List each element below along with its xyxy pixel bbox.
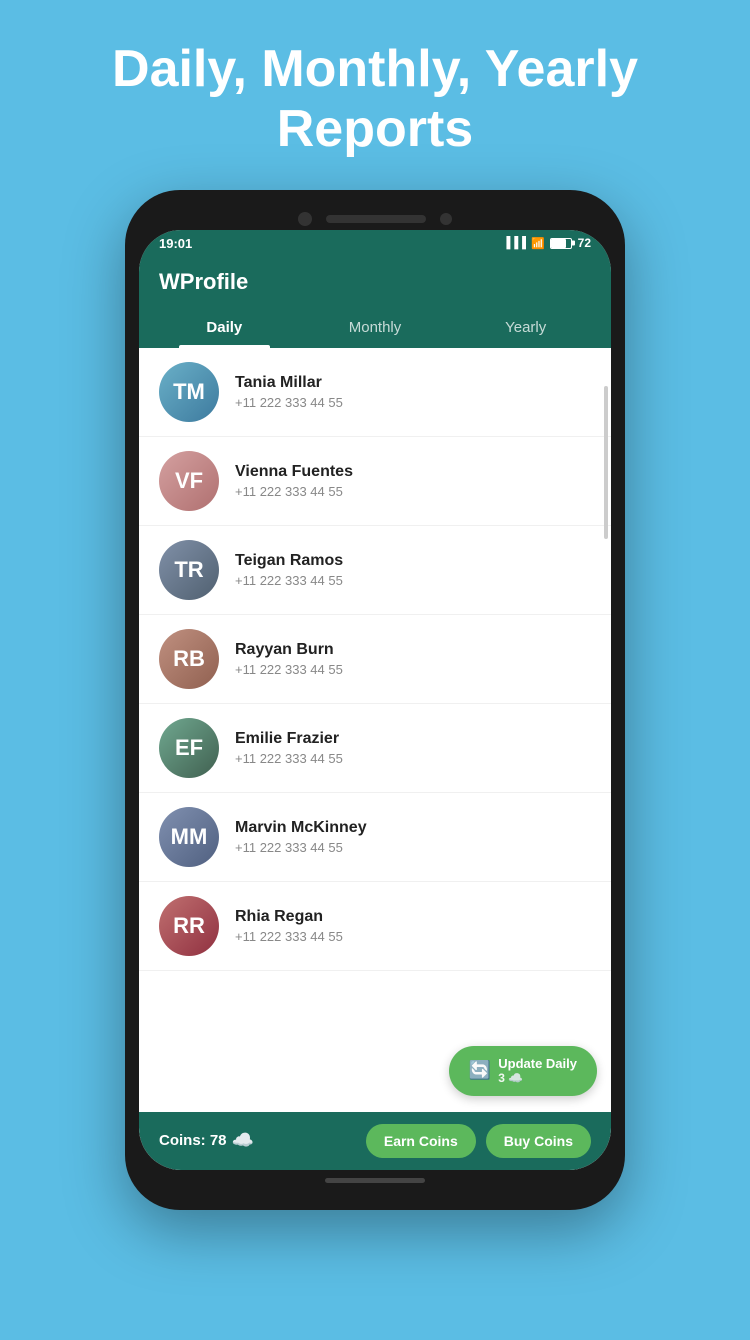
avatar: RB xyxy=(159,629,219,689)
battery-icon: 72 xyxy=(550,236,591,250)
contact-info: Tania Millar +11 222 333 44 55 xyxy=(235,374,591,410)
contact-info: Rhia Regan +11 222 333 44 55 xyxy=(235,908,591,944)
contact-item[interactable]: RR Rhia Regan +11 222 333 44 55 xyxy=(139,882,611,971)
contact-phone: +11 222 333 44 55 xyxy=(235,484,591,499)
contact-phone: +11 222 333 44 55 xyxy=(235,751,591,766)
contact-item[interactable]: EF Emilie Frazier +11 222 333 44 55 xyxy=(139,704,611,793)
coin-icon: ☁️ xyxy=(232,1130,254,1151)
contact-item[interactable]: TR Teigan Ramos +11 222 333 44 55 xyxy=(139,526,611,615)
contact-info: Emilie Frazier +11 222 333 44 55 xyxy=(235,730,591,766)
page-headline: Daily, Monthly, Yearly Reports xyxy=(0,40,750,160)
tab-bar: Daily Monthly Yearly xyxy=(139,307,611,348)
contact-item[interactable]: RB Rayyan Burn +11 222 333 44 55 xyxy=(139,615,611,704)
coins-info: Coins: 78 ☁️ xyxy=(159,1130,254,1151)
app-bar: WProfile xyxy=(139,257,611,307)
contact-item[interactable]: TM Tania Millar +11 222 333 44 55 xyxy=(139,348,611,437)
contact-name: Marvin McKinney xyxy=(235,819,591,837)
contact-phone: +11 222 333 44 55 xyxy=(235,573,591,588)
signal-icon: ▐▐▐ xyxy=(503,237,526,249)
avatar: TR xyxy=(159,540,219,600)
contact-phone: +11 222 333 44 55 xyxy=(235,929,591,944)
speaker-bar xyxy=(326,215,426,223)
update-daily-button[interactable]: 🔄 Update Daily 3 ☁️ xyxy=(449,1046,597,1096)
contact-phone: +11 222 333 44 55 xyxy=(235,840,591,855)
contact-name: Vienna Fuentes xyxy=(235,463,591,481)
home-bar xyxy=(325,1178,425,1183)
phone-screen: 19:01 ▐▐▐ 📶 72 WProfile Daily Monthly xyxy=(139,230,611,1170)
update-btn-label: Update Daily xyxy=(498,1056,577,1072)
camera-dot-left xyxy=(298,212,312,226)
buy-coins-button[interactable]: Buy Coins xyxy=(486,1124,591,1158)
phone-device: 19:01 ▐▐▐ 📶 72 WProfile Daily Monthly xyxy=(125,190,625,1210)
tab-daily[interactable]: Daily xyxy=(149,307,300,348)
contact-name: Emilie Frazier xyxy=(235,730,591,748)
tab-monthly[interactable]: Monthly xyxy=(300,307,451,348)
wifi-icon: 📶 xyxy=(531,237,545,250)
contact-name: Teigan Ramos xyxy=(235,552,591,570)
coins-label: Coins: 78 xyxy=(159,1132,227,1149)
contact-phone: +11 222 333 44 55 xyxy=(235,662,591,677)
avatar: RR xyxy=(159,896,219,956)
update-btn-sub: 3 ☁️ xyxy=(498,1071,523,1085)
status-time: 19:01 xyxy=(159,236,192,251)
contact-info: Vienna Fuentes +11 222 333 44 55 xyxy=(235,463,591,499)
earn-coins-button[interactable]: Earn Coins xyxy=(366,1124,476,1158)
contact-item[interactable]: VF Vienna Fuentes +11 222 333 44 55 xyxy=(139,437,611,526)
status-icons: ▐▐▐ 📶 72 xyxy=(503,236,591,250)
phone-notch xyxy=(139,204,611,230)
contact-list: TM Tania Millar +11 222 333 44 55 VF Vie… xyxy=(139,348,611,1112)
app-title: WProfile xyxy=(159,269,591,295)
contact-info: Teigan Ramos +11 222 333 44 55 xyxy=(235,552,591,588)
refresh-icon: 🔄 xyxy=(469,1060,491,1081)
avatar: MM xyxy=(159,807,219,867)
avatar: EF xyxy=(159,718,219,778)
contact-name: Tania Millar xyxy=(235,374,591,392)
contact-info: Rayyan Burn +11 222 333 44 55 xyxy=(235,641,591,677)
contact-info: Marvin McKinney +11 222 333 44 55 xyxy=(235,819,591,855)
contact-item[interactable]: MM Marvin McKinney +11 222 333 44 55 xyxy=(139,793,611,882)
contact-name: Rayyan Burn xyxy=(235,641,591,659)
home-indicator xyxy=(139,1170,611,1187)
camera-dot-right xyxy=(440,213,452,225)
avatar: VF xyxy=(159,451,219,511)
scrollbar[interactable] xyxy=(604,386,608,539)
tab-yearly[interactable]: Yearly xyxy=(450,307,601,348)
bottom-buttons: Earn Coins Buy Coins xyxy=(366,1124,591,1158)
bottom-bar: Coins: 78 ☁️ Earn Coins Buy Coins xyxy=(139,1112,611,1170)
contact-name: Rhia Regan xyxy=(235,908,591,926)
contact-phone: +11 222 333 44 55 xyxy=(235,395,591,410)
avatar: TM xyxy=(159,362,219,422)
battery-percent: 72 xyxy=(578,236,591,250)
status-bar: 19:01 ▐▐▐ 📶 72 xyxy=(139,230,611,257)
